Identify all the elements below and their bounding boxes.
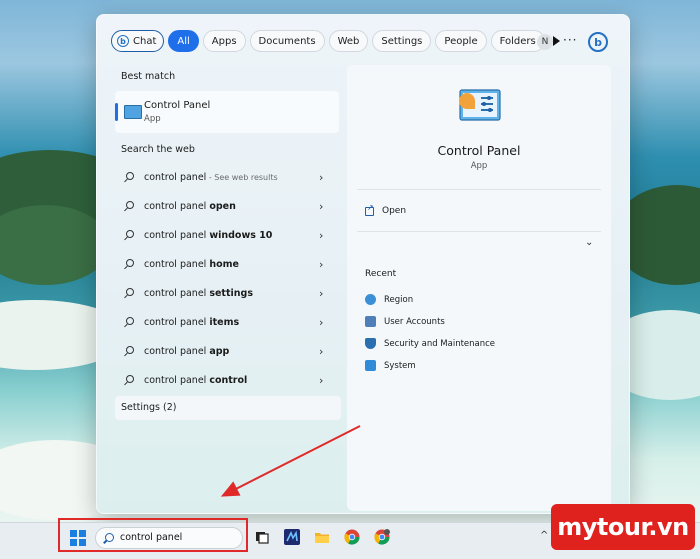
file-explorer-icon[interactable]	[314, 529, 330, 545]
highlight-box	[58, 518, 248, 552]
watermark-logo: mytour.vn	[551, 504, 695, 550]
annotation-arrow	[220, 425, 361, 497]
chrome-icon[interactable]	[344, 529, 360, 545]
system-tray-chevron-icon[interactable]: ^	[540, 530, 548, 541]
chrome-profile-icon[interactable]	[374, 529, 390, 545]
app-icon[interactable]	[284, 529, 300, 545]
task-view-icon[interactable]	[254, 529, 270, 545]
